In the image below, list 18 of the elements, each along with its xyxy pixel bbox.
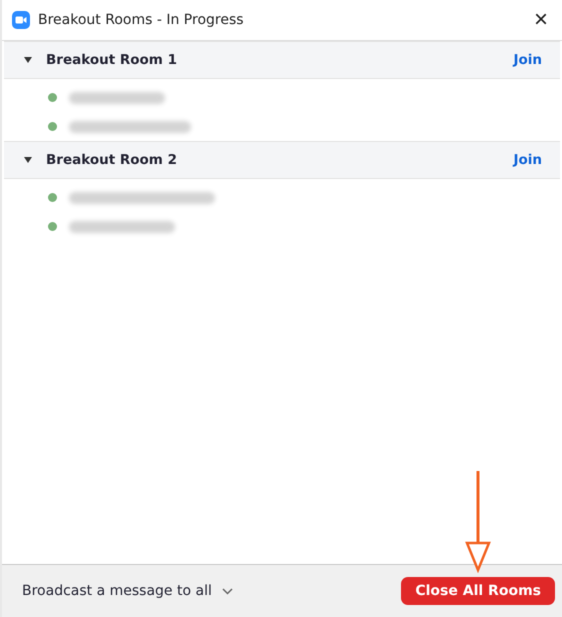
chevron-down-icon xyxy=(222,588,233,594)
room-header[interactable]: Breakout Room 2 Join xyxy=(4,141,560,179)
window-title: Breakout Rooms - In Progress xyxy=(38,12,245,28)
close-all-rooms-button[interactable]: Close All Rooms xyxy=(401,577,555,605)
close-button[interactable]: × xyxy=(530,8,552,32)
status-dot xyxy=(48,122,57,131)
status-dot xyxy=(48,93,57,102)
join-link[interactable]: Join xyxy=(513,152,542,168)
room-name: Breakout Room 2 xyxy=(46,152,178,168)
status-dot xyxy=(48,193,57,202)
caret-icon[interactable] xyxy=(24,57,32,63)
join-link[interactable]: Join xyxy=(513,52,542,68)
camera-icon xyxy=(12,11,30,29)
room-header[interactable]: Breakout Room 1 Join xyxy=(4,41,560,79)
room-name: Breakout Room 1 xyxy=(46,52,178,68)
broadcast-dropdown[interactable]: Broadcast a message to all xyxy=(22,583,233,599)
caret-icon[interactable] xyxy=(24,157,32,163)
status-dot xyxy=(48,222,57,231)
